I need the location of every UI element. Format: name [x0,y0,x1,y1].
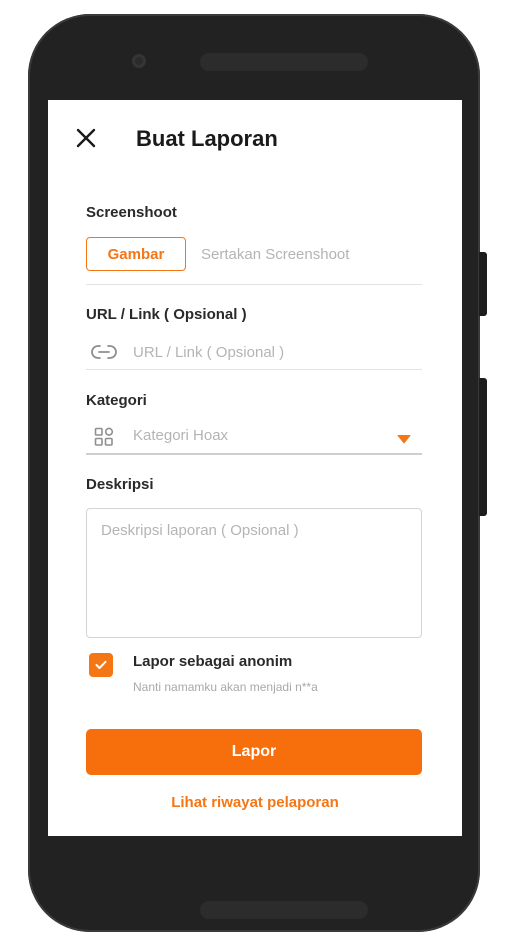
volume-button [479,378,487,516]
earpiece-speaker [200,53,368,71]
anonymous-subtext: Nanti namamku akan menjadi n**a [133,680,318,694]
screenshot-divider [86,284,422,285]
description-textarea[interactable]: Deskripsi laporan ( Opsional ) [86,508,422,638]
report-history-link[interactable]: Lihat riwayat pelaporan [48,794,462,811]
submit-report-button[interactable]: Lapor [86,729,422,775]
link-icon [91,345,117,359]
caret-down-icon[interactable] [397,434,411,444]
category-label: Kategori [86,392,147,409]
screenshot-label: Screenshoot [86,204,177,221]
category-divider [86,453,422,455]
bottom-speaker [200,901,368,919]
power-button [479,252,487,316]
close-icon[interactable] [74,126,98,150]
page-title: Buat Laporan [136,126,278,151]
description-label: Deskripsi [86,476,154,493]
category-select[interactable]: Kategori Hoax [133,427,228,444]
url-input[interactable]: URL / Link ( Opsional ) [133,344,284,361]
screenshot-hint: Sertakan Screenshoot [201,246,350,263]
description-placeholder: Deskripsi laporan ( Opsional ) [101,522,299,539]
upload-image-button[interactable]: Gambar [86,237,186,271]
check-icon [95,660,107,669]
anonymous-label: Lapor sebagai anonim [133,653,293,670]
grid-icon [94,427,114,446]
url-label: URL / Link ( Opsional ) [86,306,247,323]
anonymous-checkbox[interactable] [89,653,113,677]
url-divider [86,369,422,370]
app-screen: Buat Laporan Screenshoot Gambar Sertakan… [48,100,462,836]
front-camera [132,54,146,68]
